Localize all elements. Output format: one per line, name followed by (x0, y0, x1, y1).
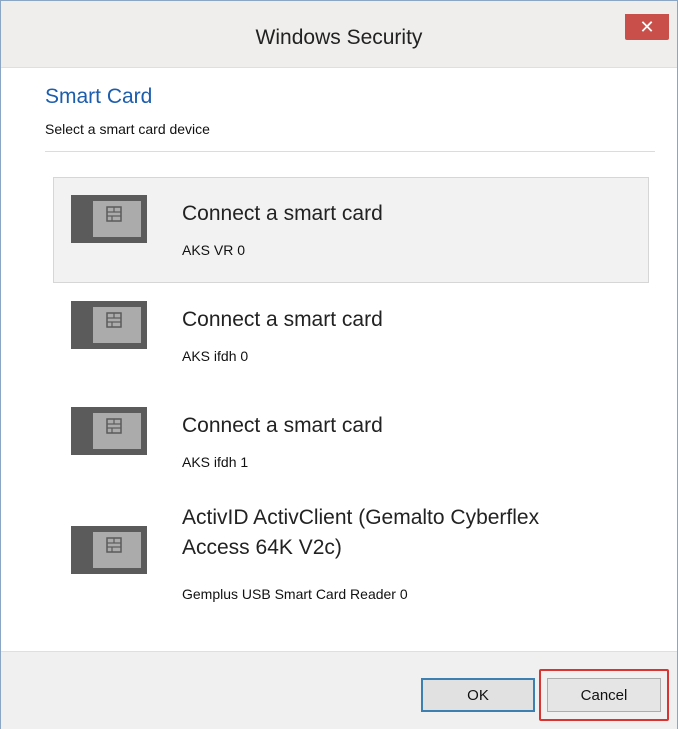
device-item-gemplus-usb-reader[interactable]: ActivID ActivClient (Gemalto Cyberflex A… (53, 495, 649, 625)
device-title: Connect a smart card (182, 202, 383, 225)
device-title: Connect a smart card (182, 414, 383, 437)
window-title: Windows Security (255, 26, 423, 49)
smart-card-icon (71, 195, 147, 243)
smart-card-icon (71, 526, 147, 574)
device-reader: Gemplus USB Smart Card Reader 0 (182, 586, 408, 602)
close-icon: ✕ (639, 16, 655, 37)
smart-card-icon (71, 301, 147, 349)
device-reader: AKS ifdh 0 (182, 348, 249, 364)
device-item-aks-ifdh-1[interactable]: Connect a smart card AKS ifdh 1 (53, 389, 649, 495)
dialog-content: Smart Card Select a smart card device Co… (1, 67, 677, 651)
device-reader: AKS ifdh 1 (182, 454, 249, 470)
dialog-footer: OK Cancel (1, 651, 677, 729)
windows-security-dialog: Windows Security ✕ Smart Card Select a s… (0, 0, 678, 729)
title-bar: Windows Security ✕ (1, 1, 677, 68)
device-reader: AKS VR 0 (182, 242, 246, 258)
device-title: Connect a smart card (182, 308, 383, 331)
dialog-subheading: Select a smart card device (45, 121, 210, 137)
cancel-button[interactable]: Cancel (547, 678, 661, 712)
dialog-heading: Smart Card (45, 85, 153, 108)
smart-card-device-list: Connect a smart card AKS VR 0 Connect a … (53, 177, 649, 625)
device-item-aks-vr-0[interactable]: Connect a smart card AKS VR 0 (53, 177, 649, 283)
ok-button[interactable]: OK (421, 678, 535, 712)
divider (45, 151, 655, 152)
device-title: ActivID ActivClient (Gemalto Cyberflex A… (182, 506, 540, 559)
close-button[interactable]: ✕ (625, 14, 669, 40)
smart-card-icon (71, 407, 147, 455)
device-item-aks-ifdh-0[interactable]: Connect a smart card AKS ifdh 0 (53, 283, 649, 389)
